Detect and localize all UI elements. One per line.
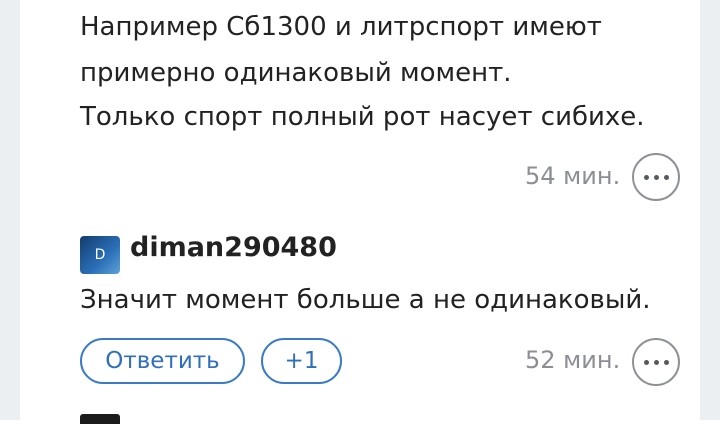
avatar[interactable]: D xyxy=(80,236,120,274)
comment-text-line: примерно одинаковый момент. xyxy=(80,58,512,88)
more-horizontal-icon xyxy=(643,359,669,365)
left-gutter xyxy=(0,0,20,420)
upvote-button[interactable]: +1 xyxy=(261,338,342,384)
comment-text-line: Только спорт полный рот насует сибихе. xyxy=(80,102,645,132)
more-options-button[interactable] xyxy=(632,338,680,386)
comment-text-line: Например Сб1300 и литрспорт имеют xyxy=(80,12,602,42)
comment-timestamp: 52 мин. xyxy=(525,346,621,374)
avatar-letter: D xyxy=(94,247,106,263)
comment-timestamp: 54 мин. xyxy=(525,162,621,190)
more-horizontal-icon xyxy=(643,174,669,180)
more-options-button[interactable] xyxy=(632,153,680,201)
comment-text: Значит момент больше а не одинаковый. xyxy=(80,285,651,315)
next-comment-avatar xyxy=(80,414,120,424)
reply-button[interactable]: Ответить xyxy=(80,338,245,384)
comment-author[interactable]: diman290480 xyxy=(130,232,337,263)
right-gutter xyxy=(700,0,720,420)
